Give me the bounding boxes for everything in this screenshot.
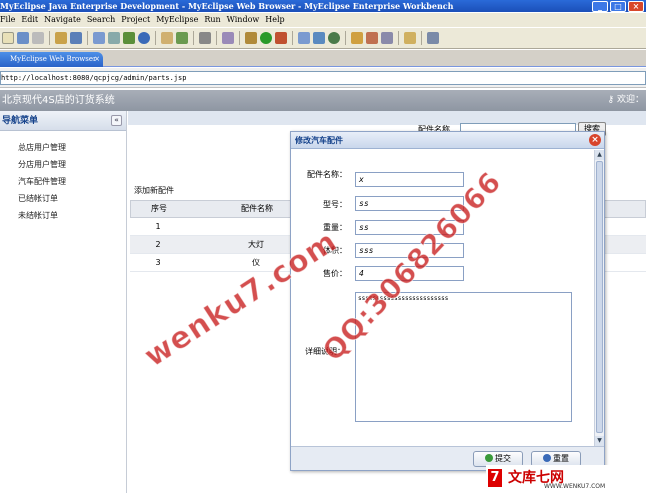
nav-item-branch-users[interactable]: 分店用户管理 — [18, 156, 126, 173]
toolbar-separator — [155, 31, 156, 45]
minimize-button[interactable]: _ — [592, 1, 608, 12]
app-header: 北京现代4S店的订货系统 ⚷ 欢迎： — [0, 90, 646, 111]
submit-label: 提交 — [495, 454, 511, 463]
nav-item-car-parts[interactable]: 汽车配件管理 — [18, 173, 126, 190]
new-package-icon[interactable] — [313, 32, 325, 44]
row-no: 3 — [155, 258, 161, 267]
maximize-button[interactable]: □ — [610, 1, 626, 12]
collapse-icon[interactable]: « — [111, 115, 122, 126]
tab-myeclipse-web-browser[interactable]: MyEclipse Web Browser × — [0, 52, 103, 67]
welcome-label: 欢迎： — [616, 95, 644, 105]
main-toolbar — [0, 27, 646, 49]
browser-icon[interactable] — [138, 32, 150, 44]
tools-icon[interactable] — [222, 32, 234, 44]
debug-icon[interactable] — [55, 32, 67, 44]
toolbar-separator — [398, 31, 399, 45]
toolbar-separator — [193, 31, 194, 45]
welcome-text: ⚷ 欢迎： — [608, 90, 644, 111]
brand-logo: 7 文库七网 WWW.WENKU7.COM — [486, 465, 646, 493]
brand-url: WWW.WENKU7.COM — [544, 483, 606, 490]
dialog-form: 配件名称： x 型号： ss 重量： ss 体积： sss 售价： 4 详细说明… — [291, 150, 597, 446]
toolbar-separator — [292, 31, 293, 45]
toolbar-separator — [345, 31, 346, 45]
deploy-icon[interactable] — [93, 32, 105, 44]
key-icon: ⚷ — [607, 95, 617, 105]
model-label: 型号： — [323, 200, 347, 209]
new-class-icon[interactable] — [298, 32, 310, 44]
reset-label: 重置 — [553, 454, 569, 463]
run-server-icon[interactable] — [123, 32, 135, 44]
menu-search[interactable]: Search — [87, 13, 115, 27]
editor-tab-row: MyEclipse Web Browser × — [0, 50, 646, 67]
open-type-icon[interactable] — [108, 32, 120, 44]
add-part-link[interactable]: 添加新配件 — [134, 185, 174, 196]
menu-help[interactable]: Help — [265, 13, 284, 27]
menu-edit[interactable]: Edit — [21, 13, 38, 27]
dialog-title: 修改汽车配件 — [295, 136, 343, 145]
window-title-bar: MyEclipse Java Enterprise Development - … — [0, 0, 646, 12]
external-tools-icon[interactable] — [275, 32, 287, 44]
toolbar-separator — [87, 31, 88, 45]
part-name-label: 配件名称： — [307, 170, 347, 179]
menu-window[interactable]: Window — [227, 13, 260, 27]
menu-file[interactable]: File — [0, 13, 15, 27]
navigate-back-icon[interactable] — [427, 32, 439, 44]
terminal-icon[interactable] — [199, 32, 211, 44]
nav-list: 总店用户管理 分店用户管理 汽车配件管理 已结帐订单 未结帐订单 — [0, 131, 126, 224]
scroll-up-icon[interactable]: ▲ — [595, 150, 604, 160]
nav-header: 导航菜单 « — [0, 111, 126, 131]
close-icon[interactable]: × — [94, 52, 100, 66]
package-icon[interactable] — [161, 32, 173, 44]
column-header-no[interactable]: 序号 — [131, 201, 187, 217]
tab-label: MyEclipse Web Browser — [10, 55, 97, 63]
url-input[interactable]: http://localhost:8080/qcpjcg/admin/parts… — [0, 71, 646, 85]
close-window-button[interactable]: × — [628, 1, 644, 12]
toolbar-separator — [239, 31, 240, 45]
menu-bar: File Edit Navigate Search Project MyEcli… — [0, 13, 646, 27]
window-title: MyEclipse Java Enterprise Development - … — [0, 1, 454, 11]
app-title: 北京现代4S店的订货系统 — [2, 95, 115, 106]
address-bar: http://localhost:8080/qcpjcg/admin/parts… — [0, 68, 646, 88]
nav-item-settled-orders[interactable]: 已结帐订单 — [18, 190, 126, 207]
menu-myeclipse[interactable]: MyEclipse — [156, 13, 198, 27]
new-wizard-icon[interactable] — [328, 32, 340, 44]
menu-project[interactable]: Project — [121, 13, 150, 27]
menu-run[interactable]: Run — [204, 13, 220, 27]
menu-navigate[interactable]: Navigate — [44, 13, 81, 27]
debug-launch-icon[interactable] — [245, 32, 257, 44]
left-navigation: 导航菜单 « 总店用户管理 分店用户管理 汽车配件管理 已结帐订单 未结帐订单 — [0, 111, 127, 493]
toolbar-separator — [421, 31, 422, 45]
run-icon[interactable] — [260, 32, 272, 44]
edit-icon[interactable] — [366, 32, 378, 44]
reset-icon — [543, 454, 551, 462]
nav-header-title: 导航菜单 — [2, 116, 39, 126]
row-no: 2 — [155, 240, 161, 249]
dialog-scrollbar[interactable]: ▲ ▼ — [594, 150, 604, 446]
server-icon[interactable] — [70, 32, 82, 44]
annotation-icon[interactable] — [404, 32, 416, 44]
check-icon — [485, 454, 493, 462]
close-icon[interactable]: × — [589, 134, 601, 146]
new-icon[interactable] — [2, 32, 14, 44]
logo-seven-icon: 7 — [488, 469, 502, 487]
open-folder-icon[interactable] — [351, 32, 363, 44]
search-icon[interactable] — [381, 32, 393, 44]
nav-item-unsettled-orders[interactable]: 未结帐订单 — [18, 207, 126, 224]
scroll-down-icon[interactable]: ▼ — [595, 436, 604, 446]
scroll-thumb[interactable] — [596, 161, 603, 433]
row-no: 1 — [155, 222, 161, 231]
refresh-icon[interactable] — [176, 32, 188, 44]
nav-item-head-office-users[interactable]: 总店用户管理 — [18, 139, 126, 156]
window-controls: _ □ × — [590, 0, 646, 12]
save-icon[interactable] — [17, 32, 29, 44]
toolbar-separator — [216, 31, 217, 45]
edit-part-dialog: 修改汽车配件 × 配件名称： x 型号： ss 重量： ss 体积： sss 售… — [290, 131, 605, 471]
part-name-input[interactable]: x — [355, 172, 464, 187]
print-icon[interactable] — [32, 32, 44, 44]
toolbar-separator — [49, 31, 50, 45]
dialog-title-bar: 修改汽车配件 × — [291, 132, 604, 149]
